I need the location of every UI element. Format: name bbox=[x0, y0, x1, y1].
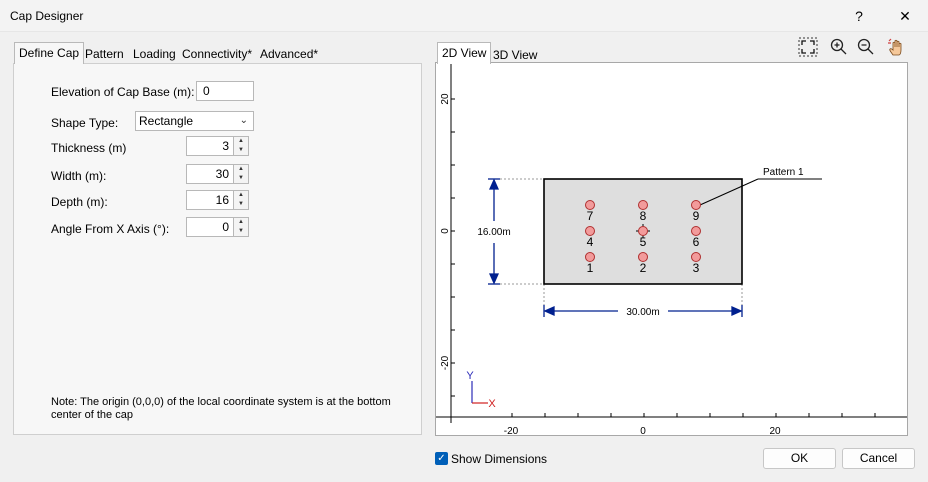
depth-dimension-label: 16.00m bbox=[477, 227, 510, 238]
pile-label: 6 bbox=[693, 235, 700, 249]
spin-down-icon[interactable]: ▼ bbox=[234, 200, 248, 209]
depth-label: Depth (m): bbox=[51, 195, 108, 209]
pile-label: 4 bbox=[587, 235, 594, 249]
x-tick-label: 20 bbox=[769, 426, 781, 435]
width-dimension-label: 30.00m bbox=[626, 307, 659, 318]
spin-down-icon[interactable]: ▼ bbox=[234, 174, 248, 183]
tab-define-cap[interactable]: Define Cap bbox=[14, 42, 85, 64]
cancel-button[interactable]: Cancel bbox=[842, 448, 915, 469]
x-tick-label: -20 bbox=[504, 426, 519, 435]
tab-pattern[interactable]: Pattern bbox=[80, 43, 129, 65]
thickness-spin-arrows[interactable]: ▲ ▼ bbox=[233, 136, 249, 156]
help-button[interactable]: ? bbox=[842, 4, 876, 28]
tab-connectivity[interactable]: Connectivity* bbox=[177, 43, 257, 65]
zoom-out-icon[interactable] bbox=[856, 37, 876, 57]
y-tick-label: -20 bbox=[440, 355, 451, 370]
thickness-label: Thickness (m) bbox=[51, 141, 127, 155]
pile-label: 3 bbox=[693, 261, 700, 275]
spin-up-icon[interactable]: ▲ bbox=[234, 218, 248, 227]
chevron-down-icon: ⌄ bbox=[239, 115, 248, 126]
axis-x-label: X bbox=[488, 398, 496, 410]
elevation-label: Elevation of Cap Base (m): bbox=[51, 85, 195, 99]
tab-2d-view[interactable]: 2D View bbox=[437, 42, 492, 64]
x-tick-label: 0 bbox=[640, 426, 646, 435]
spin-up-icon[interactable]: ▲ bbox=[234, 137, 248, 146]
spin-down-icon[interactable]: ▼ bbox=[234, 227, 248, 236]
y-tick-label: 20 bbox=[440, 93, 451, 105]
pattern-label: Pattern 1 bbox=[763, 167, 804, 178]
plan-view-svg: 20 0 -20 -20 0 20 16.00m 30.00m Pattern … bbox=[436, 63, 907, 435]
plan-view-canvas[interactable]: 20 0 -20 -20 0 20 16.00m 30.00m Pattern … bbox=[435, 62, 908, 436]
spin-up-icon[interactable]: ▲ bbox=[234, 191, 248, 200]
title-bar: Cap Designer ? ✕ bbox=[0, 0, 928, 32]
tab-advanced[interactable]: Advanced* bbox=[255, 43, 323, 65]
show-dimensions-label[interactable]: Show Dimensions bbox=[451, 452, 547, 466]
width-value[interactable]: 30 bbox=[186, 164, 234, 184]
y-tick-label: 0 bbox=[440, 228, 451, 234]
window-title: Cap Designer bbox=[10, 9, 84, 23]
spin-up-icon[interactable]: ▲ bbox=[234, 165, 248, 174]
elevation-input[interactable]: 0 bbox=[196, 81, 254, 101]
thickness-value[interactable]: 3 bbox=[186, 136, 234, 156]
tab-loading[interactable]: Loading bbox=[128, 43, 181, 65]
pile-label: 7 bbox=[587, 209, 594, 223]
pile-label: 5 bbox=[640, 235, 647, 249]
pile-label: 1 bbox=[587, 261, 594, 275]
ok-button[interactable]: OK bbox=[763, 448, 836, 469]
width-label: Width (m): bbox=[51, 169, 107, 183]
depth-spin-arrows[interactable]: ▲ ▼ bbox=[233, 190, 249, 210]
zoom-extents-icon[interactable] bbox=[798, 37, 818, 57]
shape-type-label: Shape Type: bbox=[51, 116, 119, 130]
shape-type-value: Rectangle bbox=[139, 114, 194, 128]
spin-down-icon[interactable]: ▼ bbox=[234, 146, 248, 155]
pan-hand-icon[interactable] bbox=[886, 37, 906, 57]
zoom-in-icon[interactable] bbox=[829, 37, 849, 57]
angle-spin-arrows[interactable]: ▲ ▼ bbox=[233, 217, 249, 237]
shape-type-select[interactable]: Rectangle ⌄ bbox=[135, 111, 254, 131]
depth-value[interactable]: 16 bbox=[186, 190, 234, 210]
axis-y-label: Y bbox=[466, 370, 474, 382]
pile-label: 2 bbox=[640, 261, 647, 275]
angle-value[interactable]: 0 bbox=[186, 217, 234, 237]
pile-label: 8 bbox=[640, 209, 647, 223]
show-dimensions-checkbox[interactable]: ✓ bbox=[435, 452, 448, 465]
angle-label: Angle From X Axis (°): bbox=[51, 222, 170, 236]
pile-label: 9 bbox=[693, 209, 700, 223]
close-button[interactable]: ✕ bbox=[888, 4, 922, 28]
width-spin-arrows[interactable]: ▲ ▼ bbox=[233, 164, 249, 184]
origin-note: Note: The origin (0,0,0) of the local co… bbox=[51, 396, 391, 421]
